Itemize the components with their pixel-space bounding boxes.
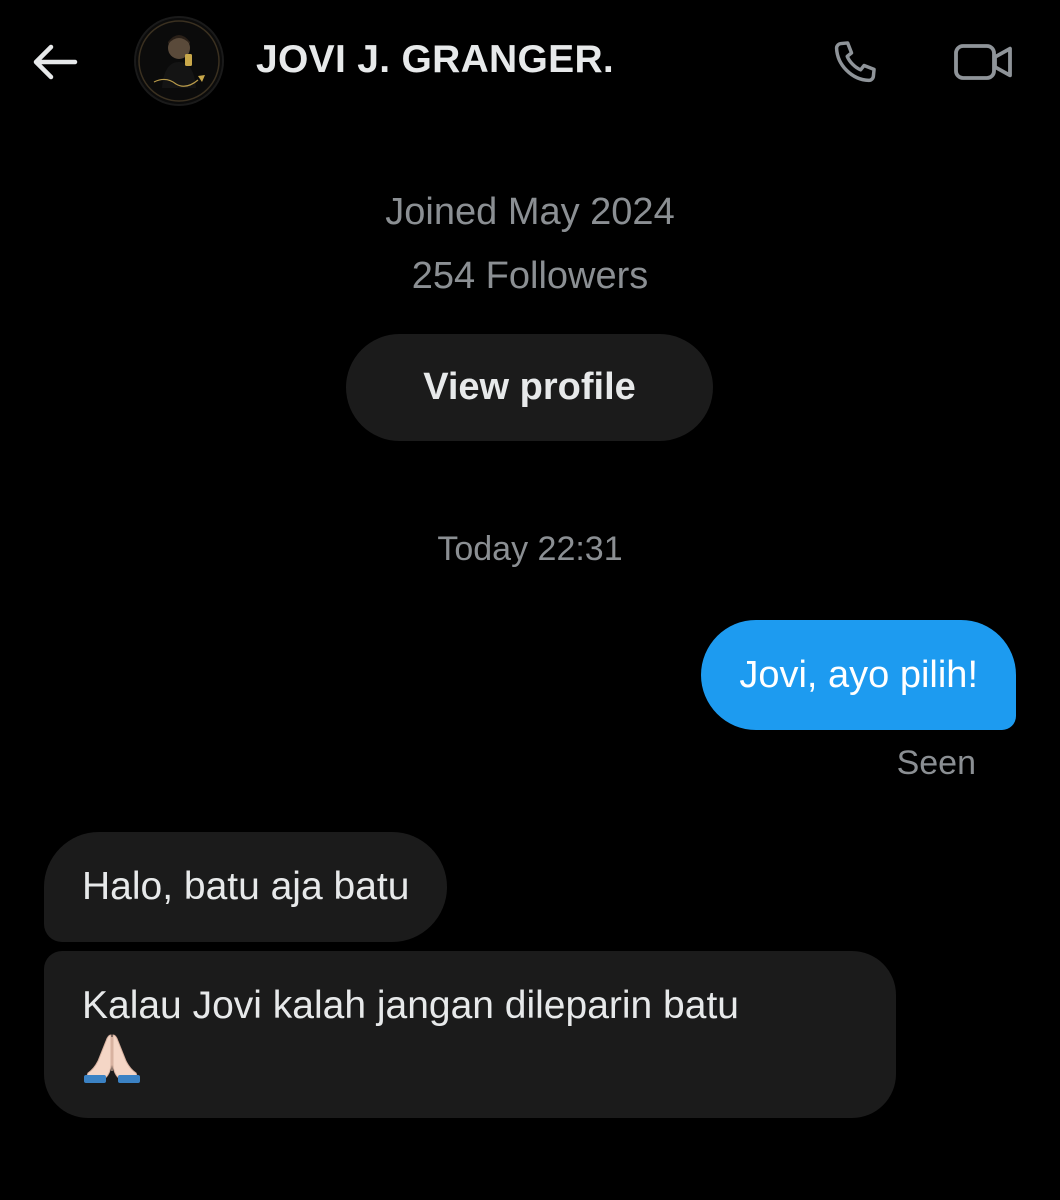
back-arrow-icon — [33, 44, 78, 80]
message-text: Jovi, ayo pilih! — [739, 653, 978, 696]
seen-status: Seen — [896, 744, 976, 782]
video-call-button[interactable] — [950, 34, 1018, 90]
follower-count: 254 Followers — [411, 255, 649, 297]
view-profile-button[interactable]: View profile — [346, 334, 713, 441]
incoming-message[interactable]: Halo, batu aja batu — [44, 832, 448, 942]
message-timestamp: Today 22:31 — [437, 530, 623, 568]
outgoing-message[interactable]: Jovi, ayo pilih! — [701, 620, 1016, 730]
message-text: Halo, batu aja batu — [82, 865, 410, 908]
back-button[interactable] — [28, 40, 80, 84]
message-text: Kalau Jovi kalah jangan dileparin batu — [82, 984, 739, 1027]
folded-hands-icon — [84, 1034, 140, 1083]
incoming-message[interactable]: Kalau Jovi kalah jangan dileparin batu — [44, 951, 896, 1118]
avatar-image — [136, 18, 222, 104]
phone-icon — [834, 41, 876, 83]
video-camera-icon — [954, 44, 1012, 80]
avatar[interactable] — [136, 18, 222, 104]
profile-summary: Joined May 2024 254 Followers — [0, 188, 1060, 300]
conversation-title[interactable]: JOVI J. GRANGER. — [256, 38, 614, 82]
conversation-header: JOVI J. GRANGER. — [0, 0, 1060, 126]
joined-date: Joined May 2024 — [385, 191, 675, 233]
call-button[interactable] — [826, 34, 884, 90]
